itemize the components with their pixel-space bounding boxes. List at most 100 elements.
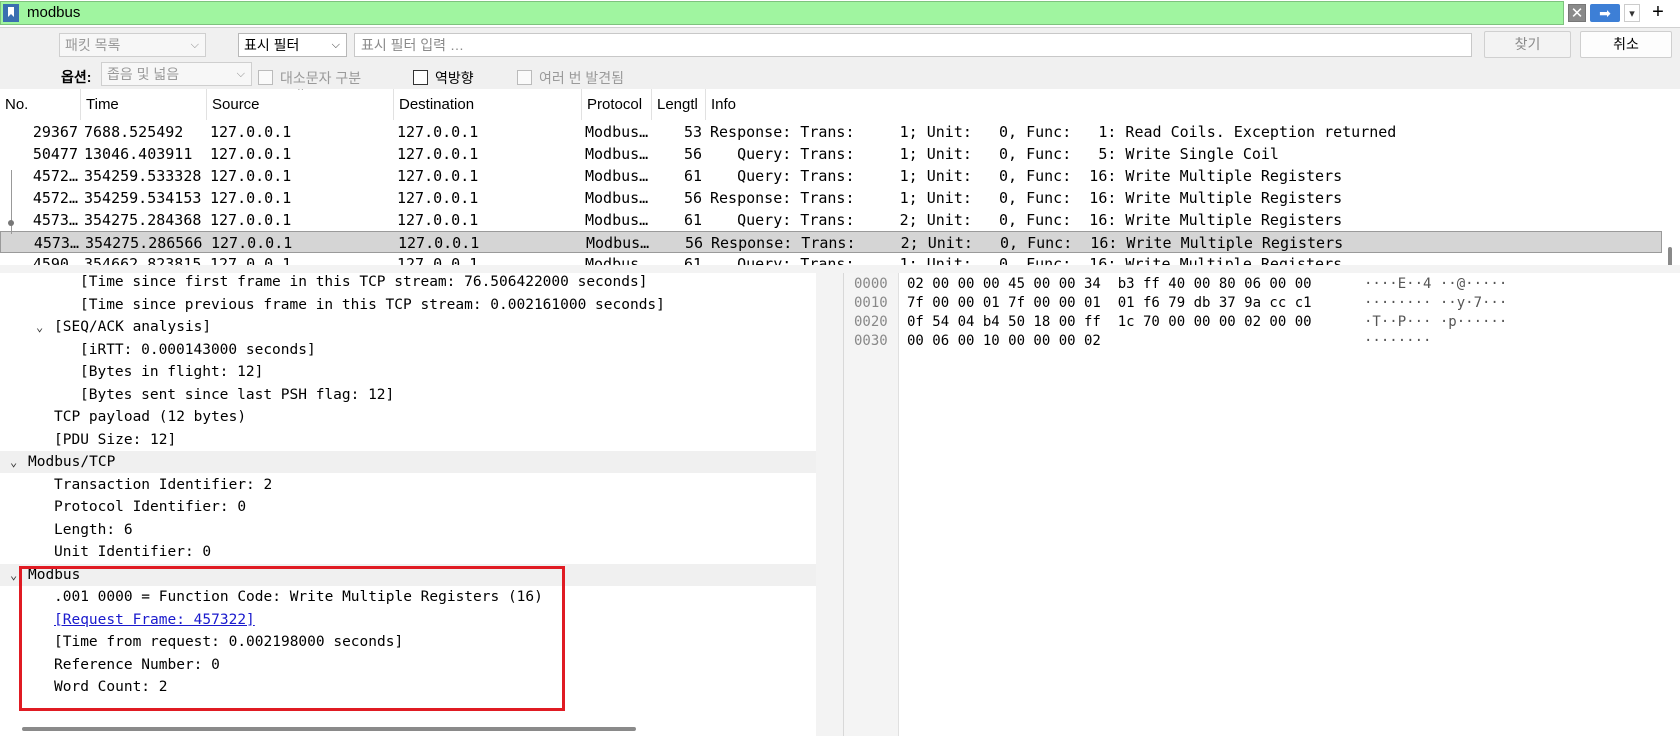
byte-offset: 0030 [854, 333, 888, 349]
search-in-select[interactable]: 패킷 목록 ⌵ [59, 33, 206, 57]
search-type-value: 표시 필터 [244, 37, 300, 53]
chevron-down-icon: ⌵ [236, 68, 245, 80]
multiple-occurrences-checkbox[interactable]: 여러 번 발견됨 [517, 68, 624, 88]
byte-hex[interactable]: 00 06 00 10 00 00 00 02 [907, 332, 1101, 351]
tree-item[interactable]: [Time since previous frame in this TCP s… [0, 294, 816, 316]
case-sensitive-checkbox[interactable]: 대소문자 구분 [258, 68, 361, 88]
column-header-length[interactable]: Lengtl [652, 89, 706, 120]
packet-row[interactable]: 29367 7688.525492 127.0.0.1 127.0.0.1 Modbus… [0, 121, 1662, 143]
multiple-occurrences-label: 여러 번 발견됨 [539, 70, 625, 86]
display-filter-input[interactable]: modbus [0, 1, 1564, 25]
packet-list-scrollbar[interactable] [1668, 247, 1672, 265]
cell-protocol: Modbus… [585, 189, 649, 207]
packet-row[interactable]: 4573… 354275.284368 127.0.0.1 127.0.0.1 Modb… [0, 209, 1662, 231]
find-filter-input[interactable]: 표시 필터 입력 … [354, 33, 1472, 57]
column-header-protocol[interactable]: Protocol [582, 89, 652, 120]
cell-protocol: Modbus… [586, 234, 650, 252]
cell-source: 127.0.0.1 [210, 145, 292, 163]
tree-item[interactable]: TCP payload (12 bytes) [0, 406, 816, 428]
tree-item-label: .001 0000 = Function Code: Write Multipl… [54, 589, 543, 605]
tree-item[interactable]: .001 0000 = Function Code: Write Multipl… [0, 586, 816, 608]
byte-hex[interactable]: 0f 54 04 b4 50 18 00 ff 1c 70 00 00 00 0… [907, 313, 1312, 332]
column-header-time[interactable]: Time [81, 89, 207, 120]
tree-item[interactable]: Word Count: 2 [0, 676, 816, 698]
character-width-select[interactable]: 좁음 및 넓음 ⌵ [101, 62, 252, 86]
tree-item[interactable]: [Time from request: 0.002198000 seconds] [0, 631, 816, 653]
checkbox-box[interactable] [517, 70, 532, 85]
tree-item[interactable]: [Bytes sent since last PSH flag: 12] [0, 384, 816, 406]
sort-ascending-icon: ⌃ [296, 89, 306, 98]
byte-offset: 0020 [854, 314, 888, 330]
apply-filter-icon[interactable]: ➡ [1590, 4, 1620, 22]
tree-item[interactable]: [iRTT: 0.000143000 seconds] [0, 339, 816, 361]
cancel-button[interactable]: 취소 [1580, 31, 1672, 58]
tree-item[interactable]: Reference Number: 0 [0, 654, 816, 676]
pane-splitter[interactable] [0, 265, 1680, 273]
cell-time: 7688.525492 [84, 123, 184, 141]
details-horizontal-scrollbar[interactable] [22, 727, 636, 731]
checkbox-box[interactable] [258, 70, 273, 85]
byte-hex[interactable]: 02 00 00 00 45 00 00 34 b3 ff 40 00 80 0… [907, 275, 1312, 294]
backwards-checkbox[interactable]: 역방향 [413, 68, 474, 88]
expand-chevron-icon[interactable]: ⌄ [10, 564, 17, 586]
tree-item[interactable]: Transaction Identifier: 2 [0, 474, 816, 496]
tree-item-label: Reference Number: 0 [54, 656, 220, 673]
tree-item-label: [Time since first frame in this TCP stre… [80, 274, 648, 290]
tree-section-modbus[interactable]: ⌄ Modbus [0, 563, 816, 586]
packet-row[interactable]: 50477 13046.403911 127.0.0.1 127.0.0.1 Modbu… [0, 143, 1662, 165]
backwards-label: 역방향 [435, 70, 474, 86]
packet-row[interactable]: 4572… 354259.534153 127.0.0.1 127.0.0.1 Modb… [0, 187, 1662, 209]
expand-chevron-icon[interactable]: ⌄ [10, 451, 17, 473]
cell-time: 354259.534153 [84, 189, 202, 207]
tree-item-label: Protocol Identifier: 0 [54, 499, 247, 515]
packet-row-selected[interactable]: 4573… 354275.286566 127.0.0.1 127.0.0.1 Modb… [0, 231, 1662, 253]
column-header-destination[interactable]: Destination [394, 89, 582, 120]
cell-length: 56 [683, 145, 702, 163]
byte-ascii[interactable]: ········ ··y·7··· [1364, 294, 1507, 313]
display-filter-value[interactable]: modbus [27, 4, 80, 21]
request-frame-link[interactable]: [Request Frame: 457322] [54, 609, 255, 631]
tree-item-label: Length: 6 [54, 521, 133, 538]
column-header-no[interactable]: No. [0, 89, 81, 120]
cell-protocol: Modbus… [585, 211, 649, 229]
expand-chevron-icon[interactable]: ⌄ [36, 316, 43, 338]
cell-destination: 127.0.0.1 [398, 234, 480, 252]
find-button[interactable]: 찾기 [1484, 31, 1571, 58]
packet-row[interactable]: 4572… 354259.533328 127.0.0.1 127.0.0.1 Modb… [0, 165, 1662, 187]
search-in-value: 패킷 목록 [65, 37, 121, 53]
cell-destination: 127.0.0.1 [397, 167, 479, 185]
byte-ascii[interactable]: ·T··P··· ·p······ [1364, 313, 1507, 332]
tree-item[interactable]: [Request Frame: 457322] [0, 609, 816, 631]
tree-item[interactable]: ⌄ [SEQ/ACK analysis] [0, 316, 816, 338]
cell-time: 354259.533328 [84, 167, 202, 185]
tree-item[interactable]: Protocol Identifier: 0 [0, 496, 816, 518]
cell-info: Query: Trans: 1; Unit: 0, Func: 5: Write… [710, 145, 1279, 163]
cell-destination: 127.0.0.1 [397, 145, 479, 163]
details-bytes-splitter[interactable] [816, 273, 844, 736]
add-filter-button-icon[interactable]: + [1648, 1, 1668, 23]
byte-ascii[interactable]: ····E··4 ··@····· [1364, 275, 1507, 294]
tree-item-label: [SEQ/ACK analysis] [54, 319, 212, 335]
cell-no: 29367 [32, 123, 78, 141]
byte-hex[interactable]: 7f 00 00 01 7f 00 00 01 01 f6 79 db 37 9… [907, 294, 1312, 313]
options-label: 옵션: [61, 69, 92, 85]
find-packet-toolbar: 패킷 목록 ⌵ 표시 필터 ⌵ 표시 필터 입력 … 찾기 취소 옵션: 좁음 … [0, 28, 1680, 89]
clear-filter-icon[interactable]: ✕ [1568, 4, 1586, 22]
tree-item[interactable]: Unit Identifier: 0 [0, 541, 816, 563]
checkbox-box[interactable] [413, 70, 428, 85]
character-width-value: 좁음 및 넓음 [107, 66, 180, 82]
search-type-select[interactable]: 표시 필터 ⌵ [238, 33, 347, 57]
tree-item[interactable]: [Time since first frame in this TCP stre… [0, 273, 816, 293]
tree-item[interactable]: [Bytes in flight: 12] [0, 361, 816, 383]
column-header-info[interactable]: Info [706, 89, 1662, 120]
tree-section-modbus-tcp[interactable]: ⌄ Modbus/TCP [0, 451, 816, 473]
tree-item[interactable]: Length: 6 [0, 519, 816, 541]
filter-bookmark-icon[interactable] [3, 4, 19, 22]
chevron-down-icon: ⌵ [190, 39, 199, 51]
byte-ascii[interactable]: ········ [1364, 332, 1431, 351]
cell-time: 354275.284368 [84, 211, 202, 229]
tree-item[interactable]: [PDU Size: 12] [0, 429, 816, 451]
filter-history-dropdown-icon[interactable]: ▾ [1624, 4, 1640, 22]
cell-destination: 127.0.0.1 [397, 123, 479, 141]
tree-item-label: Modbus [28, 566, 81, 583]
